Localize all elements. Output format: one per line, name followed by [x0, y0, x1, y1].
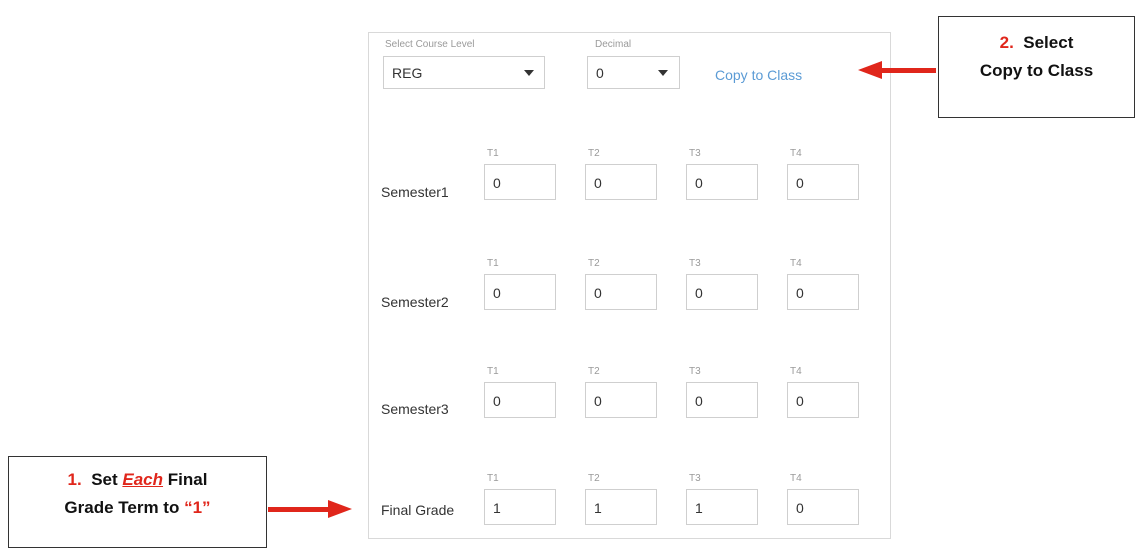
term-value: 0: [796, 285, 804, 301]
term-value: 0: [695, 175, 703, 191]
term-label: T4: [790, 473, 802, 484]
decimal-value: 0: [596, 65, 604, 81]
course-level-select[interactable]: REG: [383, 56, 545, 89]
term-input[interactable]: 0: [686, 382, 758, 418]
step2-text1: Select: [1023, 33, 1074, 52]
arrow-right-icon: [328, 500, 352, 518]
term-label: T1: [487, 258, 499, 269]
step2-line1: 2. Select: [939, 29, 1134, 57]
step1-callout: 1. Set Each Final Grade Term to “1”: [8, 456, 267, 548]
step2-callout: 2. Select Copy to Class: [938, 16, 1135, 118]
term-input[interactable]: 0: [787, 164, 859, 200]
arrow-to-copy: [880, 68, 936, 73]
term-input[interactable]: 1: [585, 489, 657, 525]
step1-line2-text: Grade Term to: [64, 498, 180, 517]
term-input[interactable]: 0: [787, 274, 859, 310]
term-label: T4: [790, 366, 802, 377]
term-input[interactable]: 0: [484, 274, 556, 310]
chevron-down-icon: [524, 70, 534, 76]
term-value: 0: [493, 393, 501, 409]
copy-to-class-link[interactable]: Copy to Class: [715, 67, 802, 83]
term-input[interactable]: 1: [484, 489, 556, 525]
step1-number: 1.: [67, 470, 82, 489]
term-label: T3: [689, 366, 701, 377]
step1-each: Each: [122, 470, 164, 489]
arrow-left-icon: [858, 61, 882, 79]
term-label: T2: [588, 473, 600, 484]
term-value: 0: [695, 393, 703, 409]
term-input[interactable]: 0: [585, 164, 657, 200]
term-label: T4: [790, 258, 802, 269]
term-label: T2: [588, 258, 600, 269]
term-input[interactable]: 0: [585, 382, 657, 418]
term-label: T1: [487, 473, 499, 484]
grading-panel: Select Course Level REG Decimal 0 Copy t…: [368, 32, 891, 539]
term-label: T2: [588, 366, 600, 377]
term-input[interactable]: 0: [686, 274, 758, 310]
course-level-value: REG: [392, 65, 423, 81]
term-value: 0: [695, 285, 703, 301]
term-label: T1: [487, 366, 499, 377]
chevron-down-icon: [658, 70, 668, 76]
term-label: T4: [790, 148, 802, 159]
term-input[interactable]: 0: [484, 164, 556, 200]
row-label: Semester1: [381, 184, 449, 200]
term-input[interactable]: 0: [484, 382, 556, 418]
term-value: 0: [594, 175, 602, 191]
term-value: 1: [594, 500, 602, 516]
term-value: 1: [695, 500, 703, 516]
term-input[interactable]: 0: [686, 164, 758, 200]
term-value: 0: [796, 500, 804, 516]
term-value: 0: [493, 175, 501, 191]
step1-post: Final: [167, 470, 208, 489]
step2-number: 2.: [999, 33, 1014, 52]
term-input[interactable]: 0: [787, 382, 859, 418]
term-value: 0: [594, 393, 602, 409]
term-value: 0: [493, 285, 501, 301]
term-value: 0: [594, 285, 602, 301]
decimal-select[interactable]: 0: [587, 56, 680, 89]
step2-line2: Copy to Class: [979, 61, 1094, 80]
term-label: T3: [689, 148, 701, 159]
term-label: T2: [588, 148, 600, 159]
term-label: T3: [689, 258, 701, 269]
decimal-label: Decimal: [595, 39, 632, 50]
term-input[interactable]: 0: [787, 489, 859, 525]
term-value: 1: [493, 500, 501, 516]
course-level-label: Select Course Level: [385, 39, 475, 50]
row-label: Semester3: [381, 401, 449, 417]
term-input[interactable]: 1: [686, 489, 758, 525]
row-label: Semester2: [381, 294, 449, 310]
term-label: T1: [487, 148, 499, 159]
step1-line2: Grade Term to “1”: [9, 494, 266, 522]
row-label: Final Grade: [381, 502, 455, 518]
term-label: T3: [689, 473, 701, 484]
arrow-to-final-grade: [268, 507, 330, 512]
term-input[interactable]: 0: [585, 274, 657, 310]
step1-pre: Set: [91, 470, 118, 489]
step1-value: “1”: [184, 498, 211, 517]
step1-line1: 1. Set Each Final: [9, 466, 266, 494]
term-value: 0: [796, 393, 804, 409]
term-value: 0: [796, 175, 804, 191]
